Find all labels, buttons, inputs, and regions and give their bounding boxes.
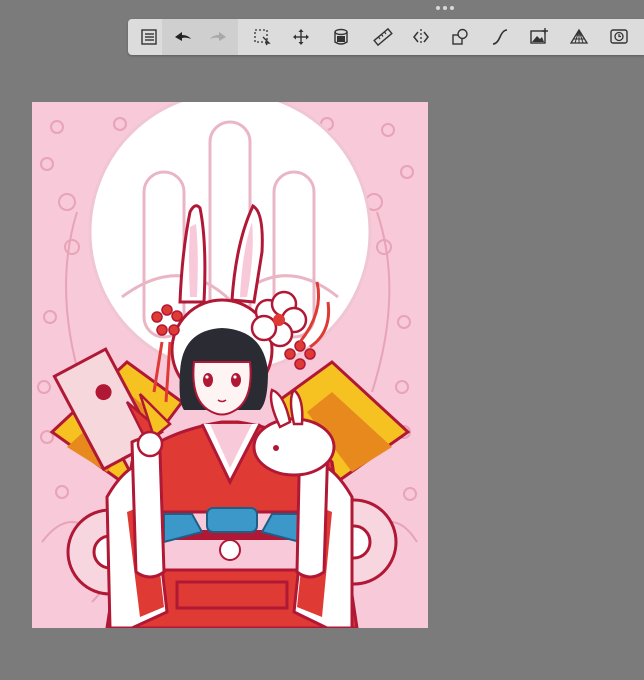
shapes-icon[interactable] xyxy=(446,23,474,51)
timelapse-icon[interactable] xyxy=(605,23,633,51)
redo-arrow-icon[interactable] xyxy=(204,23,232,51)
undo-arrow-icon[interactable] xyxy=(169,23,197,51)
image-import-icon[interactable] xyxy=(525,23,553,51)
selection-tool-icon[interactable] xyxy=(248,23,276,51)
perspective-grid-icon[interactable] xyxy=(565,23,593,51)
list-menu-icon[interactable] xyxy=(135,23,163,51)
fill-bucket-icon[interactable] xyxy=(327,23,355,51)
curve-tool-icon[interactable] xyxy=(486,23,514,51)
toolbar-drag-handle[interactable] xyxy=(436,6,454,12)
ruler-icon[interactable] xyxy=(369,23,397,51)
drawing-canvas[interactable] xyxy=(32,102,428,628)
move-arrows-icon[interactable] xyxy=(287,23,315,51)
top-toolbar xyxy=(128,19,644,55)
artwork xyxy=(37,102,418,628)
symmetry-icon[interactable] xyxy=(407,23,435,51)
